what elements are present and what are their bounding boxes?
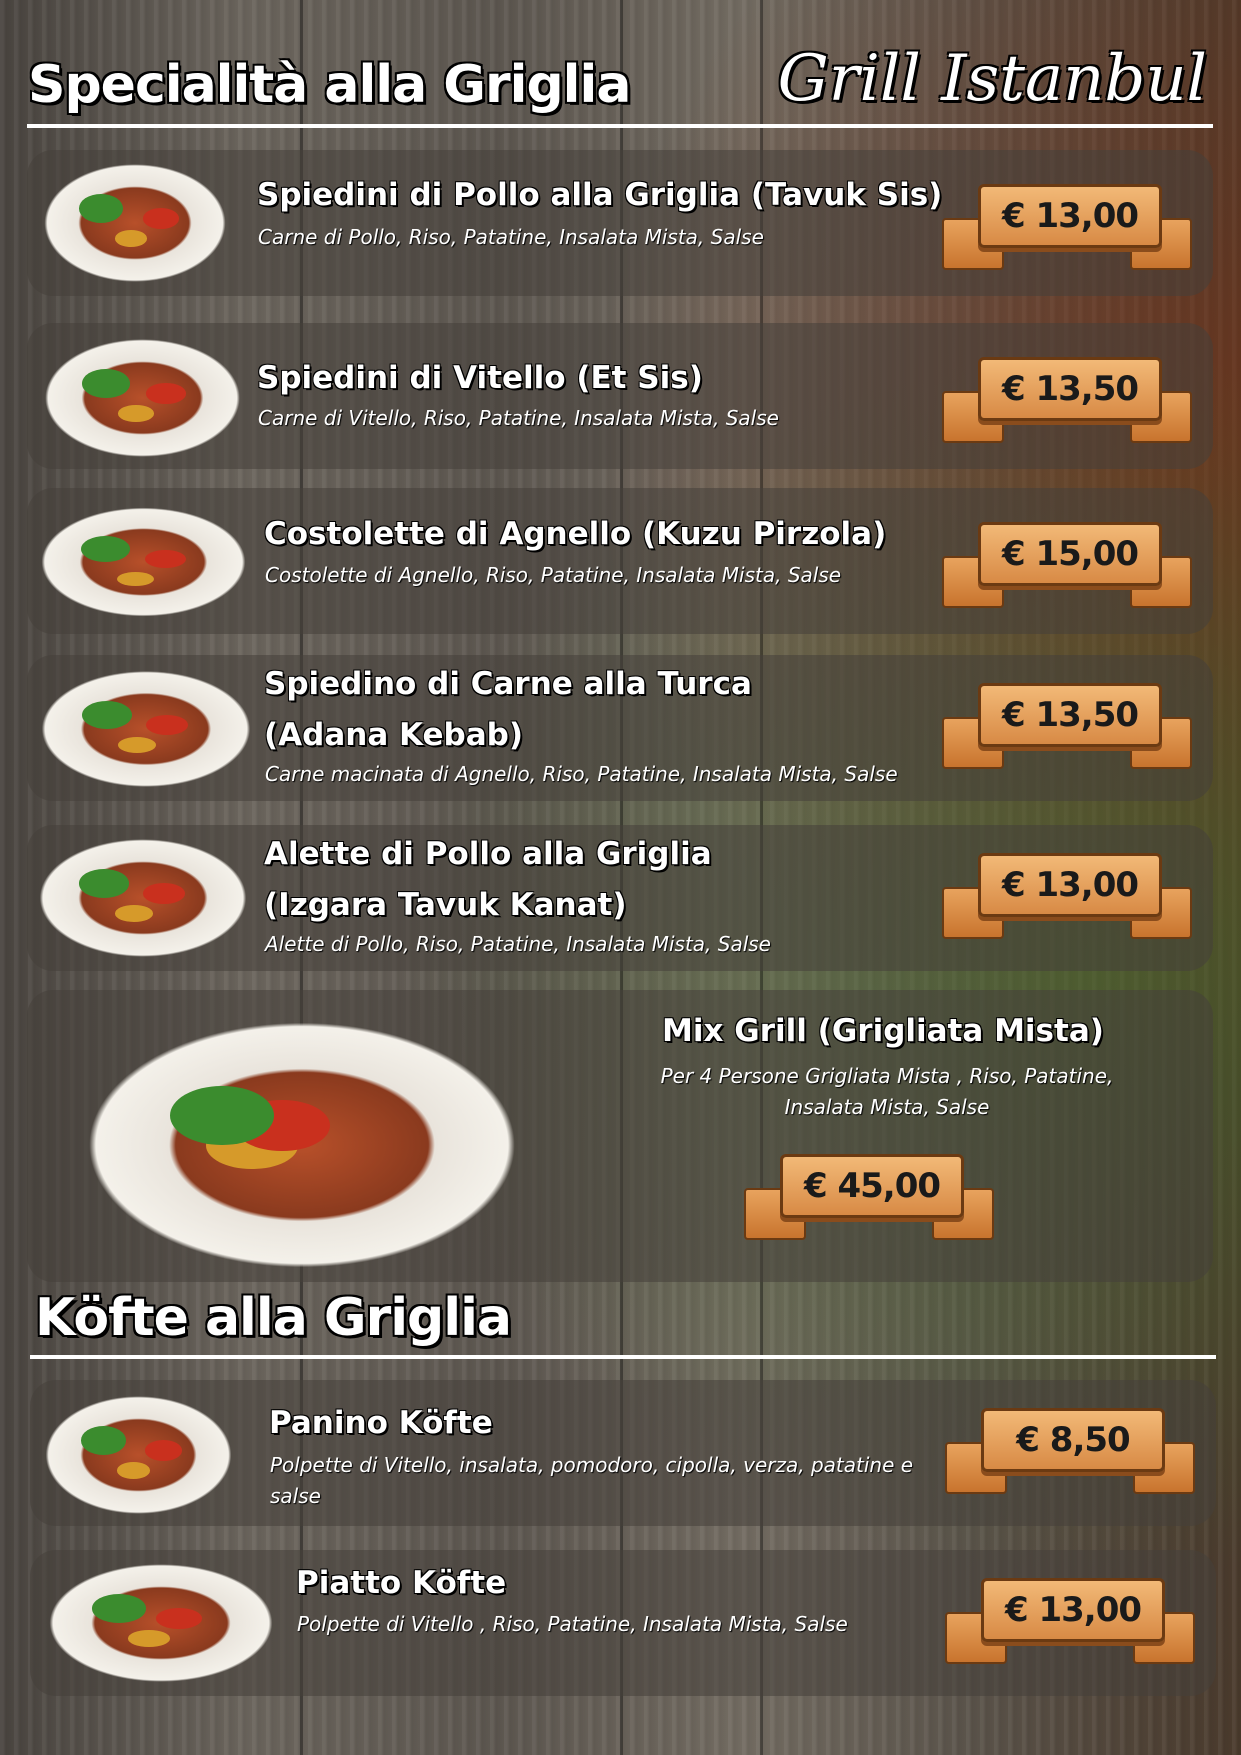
dish-photo — [31, 665, 261, 793]
dish-name: Mix Grill (Grigliata Mista) — [662, 1013, 1104, 1049]
price-badge: € 13,50 — [942, 353, 1192, 443]
menu-item-card[interactable]: Costolette di Agnello (Kuzu Pirzola) Cos… — [27, 488, 1213, 634]
menu-item-card[interactable]: Alette di Pollo alla Griglia (Izgara Tav… — [27, 825, 1213, 971]
dish-price: € 45,00 — [803, 1166, 941, 1206]
menu-item-card[interactable]: Spiedini di Vitello (Et Sis) Carne di Vi… — [27, 323, 1213, 469]
dish-description: Alette di Pollo, Riso, Patatine, Insalat… — [265, 932, 771, 956]
dish-name: Spiedini di Vitello (Et Sis) — [257, 360, 703, 396]
price-badge: € 8,50 — [945, 1404, 1195, 1494]
dish-name-line: Spiedino di Carne alla Turca — [264, 666, 752, 702]
dish-photo — [36, 1390, 241, 1520]
price-badge: € 45,00 — [744, 1150, 994, 1240]
dish-description-line: Polpette di Vitello, insalata, pomodoro,… — [270, 1453, 914, 1477]
price-badge: € 13,00 — [942, 849, 1192, 939]
price-badge: € 13,50 — [942, 679, 1192, 769]
dish-photo — [35, 158, 235, 288]
menu-item-card[interactable]: Spiedino di Carne alla Turca (Adana Keba… — [27, 655, 1213, 801]
dish-description-line: Per 4 Persone Grigliata Mista , Riso, Pa… — [660, 1064, 1114, 1088]
dish-description: Costolette di Agnello, Riso, Patatine, I… — [265, 563, 842, 587]
mix-grill-card[interactable]: Mix Grill (Grigliata Mista) Per 4 Person… — [27, 990, 1213, 1282]
brand-logo: Grill Istanbul — [777, 42, 1207, 116]
dish-description: Carne di Pollo, Riso, Patatine, Insalata… — [258, 225, 764, 249]
dish-name-line: (Izgara Tavuk Kanat) — [264, 887, 627, 923]
price-badge: € 15,00 — [942, 518, 1192, 608]
kofte-section-title: Köfte alla Griglia — [35, 1288, 512, 1348]
price-badge: € 13,00 — [945, 1574, 1195, 1664]
section-divider — [30, 1355, 1216, 1359]
dish-name-line: (Adana Kebab) — [264, 717, 524, 753]
dish-name: Spiedini di Pollo alla Griglia (Tavuk Si… — [257, 177, 943, 213]
menu-item-card[interactable]: Spiedini di Pollo alla Griglia (Tavuk Si… — [27, 150, 1213, 296]
dish-name-line: Alette di Pollo alla Griglia — [264, 836, 712, 872]
dish-price: € 13,50 — [1001, 695, 1139, 735]
dish-photo — [31, 502, 256, 622]
dish-description-line: Insalata Mista, Salse — [784, 1095, 990, 1119]
dish-price: € 13,00 — [1001, 196, 1139, 236]
price-badge: € 13,00 — [942, 180, 1192, 270]
dish-photo — [35, 333, 250, 463]
dish-photo — [38, 1558, 284, 1688]
dish-photo — [67, 1010, 537, 1280]
dish-name: Panino Köfte — [269, 1405, 493, 1441]
dish-description: Carne di Vitello, Riso, Patatine, Insala… — [258, 406, 779, 430]
dish-name: Costolette di Agnello (Kuzu Pirzola) — [264, 516, 887, 552]
dish-price: € 13,00 — [1001, 865, 1139, 905]
menu-item-card[interactable]: Panino Köfte Polpette di Vitello, insala… — [30, 1380, 1216, 1526]
dish-photo — [29, 833, 257, 963]
dish-description: Carne macinata di Agnello, Riso, Patatin… — [265, 762, 898, 786]
dish-description-line: salse — [270, 1484, 321, 1508]
dish-price: € 8,50 — [1016, 1420, 1130, 1460]
section-divider — [27, 124, 1213, 128]
dish-name: Piatto Köfte — [296, 1565, 507, 1601]
grill-section-title: Specialità alla Griglia — [28, 55, 631, 115]
dish-price: € 13,50 — [1001, 369, 1139, 409]
dish-price: € 15,00 — [1001, 534, 1139, 574]
dish-description: Polpette di Vitello , Riso, Patatine, In… — [297, 1612, 848, 1636]
menu-item-card[interactable]: Piatto Köfte Polpette di Vitello , Riso,… — [30, 1550, 1216, 1696]
dish-price: € 13,00 — [1004, 1590, 1142, 1630]
